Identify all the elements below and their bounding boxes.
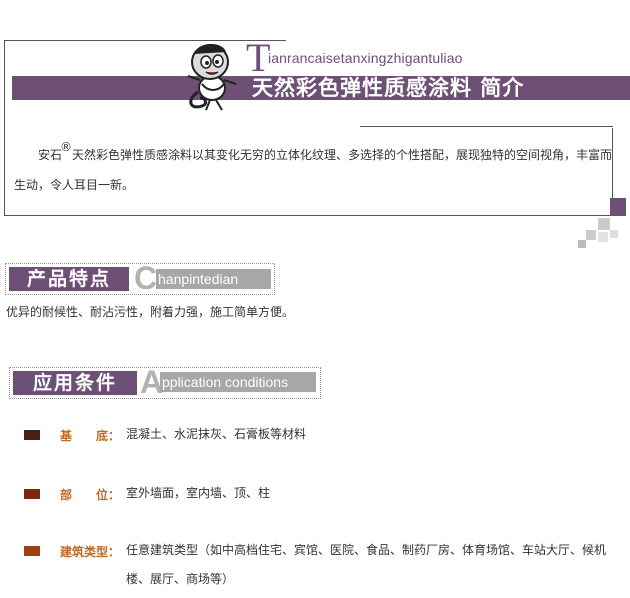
intro-frame-right-top [360,126,613,127]
features-pinyin-initial: C [134,260,158,296]
intro-pinyin-initial: T [246,35,271,80]
conditions-subtitle: pplication conditions [160,372,316,392]
condition-value-building-type: 任意建筑类型（如中高档住宅、宾馆、医院、食品、制药厂房、体育场馆、车站大厅、候机… [126,543,607,586]
intro-body-text: 天然彩色弹性质感涂料以其变化无穷的立体化纹理、多选择的个性搭配，展现独特的空间视… [14,148,613,192]
deco-square [578,240,586,248]
condition-value-location: 室外墙面，室内墙、顶、柱 [126,486,271,500]
mascot-illustration [187,43,237,111]
registered-mark: ® [60,140,73,154]
deco-square [598,232,608,242]
deco-square [610,230,618,238]
deco-square [586,230,596,240]
features-pinyin: hanpintedian [156,269,271,289]
features-text: 优异的耐候性、耐沾污性，附着力强，施工简单方便。 [6,305,295,319]
condition-label-location: 部 位： [60,488,121,502]
intro-title: 天然彩色弹性质感涂料 简介 [252,76,525,100]
conditions-heading: 应用条件 [13,371,137,395]
intro-pinyin: ianrancaisetanxingzhigantuliao [268,50,463,66]
intro-body: 安石®天然彩色弹性质感涂料以其变化无穷的立体化纹理、多选择的个性搭配，展现独特的… [14,140,614,200]
corner-decoration-block [610,198,626,216]
brand-name: 安石 [38,148,63,162]
condition-label-building-type: 建筑类型： [60,545,121,559]
deco-square [598,218,610,230]
condition-value-base: 混凝土、水泥抹灰、石膏板等材料 [126,427,307,441]
intro-frame-bottom [4,215,612,216]
bullet-square [24,489,40,499]
condition-label-base: 基 底： [60,429,121,443]
bullet-square [24,546,40,556]
features-heading: 产品特点 [9,267,129,291]
bullet-square [24,430,40,440]
intro-frame-left [4,40,5,215]
